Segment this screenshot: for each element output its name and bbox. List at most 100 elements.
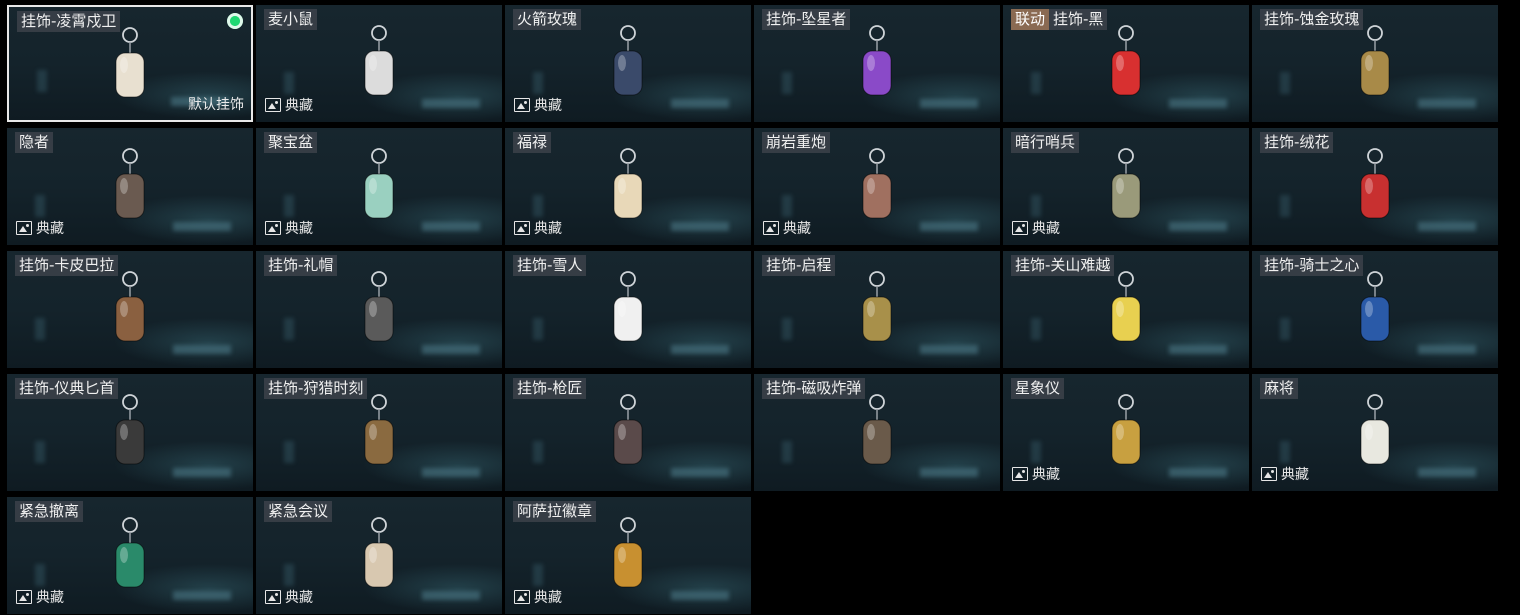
charm-name-label: 挂饰-雪人	[513, 255, 587, 276]
background-light-streak	[284, 195, 294, 217]
charm-card[interactable]: 挂饰-枪匠	[505, 374, 751, 491]
charm-name-label: 福禄	[513, 132, 552, 153]
background-light-streak	[671, 591, 729, 600]
background-light-streak	[671, 99, 729, 108]
charm-name-label: 崩岩重炮	[762, 132, 831, 153]
dagger-charm-icon	[100, 392, 160, 484]
background-light-streak	[422, 99, 480, 108]
background-light-streak	[671, 222, 729, 231]
image-icon	[514, 590, 530, 604]
charm-name-label: 火箭玫瑰	[513, 9, 582, 30]
image-icon	[265, 221, 281, 235]
background-light-streak	[173, 345, 231, 354]
evac-card-charm-icon	[100, 515, 160, 607]
charm-name: 聚宝盆	[268, 133, 314, 151]
charm-name-label: 麻将	[1260, 378, 1299, 399]
charm-card[interactable]: 崩岩重炮 典藏	[754, 128, 1000, 245]
charm-name: 麦小鼠	[268, 10, 314, 28]
charm-card[interactable]: 暗行哨兵 典藏	[1003, 128, 1249, 245]
background-light-streak	[35, 318, 45, 340]
charm-card[interactable]: 挂饰-骑士之心	[1252, 251, 1498, 368]
charm-grid: 挂饰-凌霄戍卫 默认挂饰 麦小鼠 典藏 火箭玫瑰 典藏 挂饰-坠星者 联动 挂饰-黑 挂饰-蚀金玫…	[0, 0, 1520, 615]
charm-card[interactable]: 挂饰-启程	[754, 251, 1000, 368]
collection-badge: 典藏	[265, 95, 313, 115]
background-light-streak	[1169, 99, 1227, 108]
charm-name-label: 挂饰-枪匠	[513, 378, 587, 399]
charm-card[interactable]: 福禄 典藏	[505, 128, 751, 245]
charm-name-label: 暗行哨兵	[1011, 132, 1080, 153]
charm-name: 挂饰-启程	[766, 256, 832, 274]
collection-badge: 典藏	[514, 587, 562, 607]
mahjong-tile-charm-icon	[1345, 392, 1405, 484]
charm-name: 挂饰-礼帽	[268, 256, 334, 274]
charm-card[interactable]: 火箭玫瑰 典藏	[505, 5, 751, 122]
background-light-streak	[1418, 99, 1476, 108]
background-light-streak	[1031, 72, 1041, 94]
charm-card[interactable]: 挂饰-关山难越	[1003, 251, 1249, 368]
charm-card[interactable]: 挂饰-坠星者	[754, 5, 1000, 122]
background-light-streak	[422, 468, 480, 477]
charm-card[interactable]: 挂饰-蚀金玫瑰	[1252, 5, 1498, 122]
charm-card[interactable]: 紧急撤离 典藏	[7, 497, 253, 614]
charm-name-label: 挂饰-礼帽	[264, 255, 338, 276]
gourd-charm-icon	[598, 146, 658, 238]
charm-name: 火箭玫瑰	[517, 10, 578, 28]
background-light-streak	[1280, 441, 1290, 463]
background-light-streak	[920, 345, 978, 354]
collection-label: 典藏	[783, 221, 811, 237]
background-light-streak	[1418, 468, 1476, 477]
charm-card[interactable]: 挂饰-卡皮巴拉	[7, 251, 253, 368]
charm-name: 紧急会议	[268, 502, 329, 520]
charm-name-label: 紧急撤离	[15, 501, 84, 522]
background-light-streak	[533, 441, 543, 463]
background-light-streak	[35, 195, 45, 217]
charm-card[interactable]: 隐者 典藏	[7, 128, 253, 245]
collection-badge: 典藏	[514, 95, 562, 115]
charm-card[interactable]: 联动 挂饰-黑	[1003, 5, 1249, 122]
charm-card[interactable]: 聚宝盆 典藏	[256, 128, 502, 245]
collection-label: 典藏	[36, 590, 64, 606]
charm-name-label: 麦小鼠	[264, 9, 318, 30]
background-light-streak	[533, 564, 543, 586]
background-light-streak	[422, 345, 480, 354]
collection-badge: 典藏	[514, 218, 562, 238]
charm-card[interactable]: 挂饰-雪人	[505, 251, 751, 368]
charm-card[interactable]: 挂饰-礼帽	[256, 251, 502, 368]
magnet-bomb-charm-icon	[847, 392, 907, 484]
background-light-streak	[1280, 72, 1290, 94]
collection-badge: 典藏	[1261, 464, 1309, 484]
image-icon	[1261, 467, 1277, 481]
background-light-streak	[173, 222, 231, 231]
background-light-streak	[671, 345, 729, 354]
asara-badge-charm-icon	[598, 515, 658, 607]
sentinel-figure-charm-icon	[1096, 146, 1156, 238]
collection-badge: 典藏	[265, 218, 313, 238]
charm-name: 福禄	[517, 133, 548, 151]
background-light-streak	[920, 99, 978, 108]
charm-card[interactable]: 紧急会议 典藏	[256, 497, 502, 614]
red-flower-charm-icon	[1345, 146, 1405, 238]
background-light-streak	[173, 591, 231, 600]
background-light-streak	[284, 318, 294, 340]
charm-name: 挂饰-绒花	[1264, 133, 1330, 151]
charm-card[interactable]: 挂饰-仪典匕首	[7, 374, 253, 491]
charm-card[interactable]: 星象仪典藏	[1003, 374, 1249, 491]
charm-card[interactable]: 麻将 典藏	[1252, 374, 1498, 491]
default-charm-label: 默认挂饰	[188, 97, 244, 113]
background-light-streak	[1418, 222, 1476, 231]
charm-name-label: 紧急会议	[264, 501, 333, 522]
charm-card[interactable]: 挂饰-磁吸炸弹	[754, 374, 1000, 491]
background-light-streak	[37, 70, 47, 92]
image-icon	[16, 221, 32, 235]
charm-name: 星象仪	[1015, 379, 1061, 397]
charm-name: 崩岩重炮	[766, 133, 827, 151]
charm-card[interactable]: 挂饰-狩猎时刻	[256, 374, 502, 491]
charm-card[interactable]: 挂饰-凌霄戍卫 默认挂饰	[7, 5, 253, 122]
charm-card[interactable]: 阿萨拉徽章 典藏	[505, 497, 751, 614]
collection-label: 典藏	[1032, 467, 1060, 483]
charm-card[interactable]: 挂饰-绒花	[1252, 128, 1498, 245]
background-light-streak	[422, 222, 480, 231]
background-light-streak	[35, 564, 45, 586]
collection-label: 典藏	[534, 590, 562, 606]
charm-card[interactable]: 麦小鼠 典藏	[256, 5, 502, 122]
